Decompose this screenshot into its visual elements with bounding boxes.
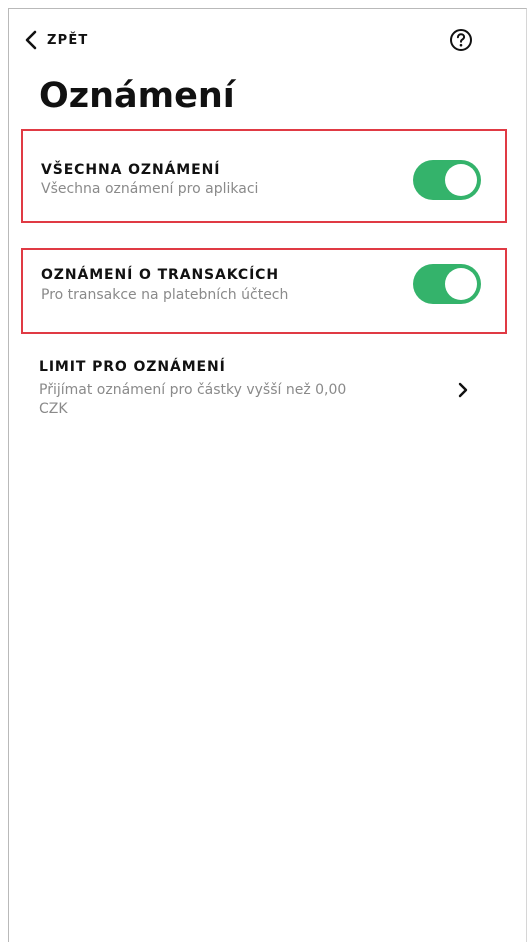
setting-label: OZNÁMENÍ O TRANSAKCÍCH (41, 267, 279, 283)
setting-row-transaction-notifications: OZNÁMENÍ O TRANSAKCÍCH Pro transakce na … (21, 248, 507, 334)
transaction-notifications-toggle[interactable] (413, 264, 481, 304)
setting-label: VŠECHNA OZNÁMENÍ (41, 162, 221, 178)
notification-limit-row[interactable]: LIMIT PRO OZNÁMENÍ Přijímat oznámení pro… (21, 351, 507, 431)
back-button[interactable]: ZPĚT (25, 29, 89, 51)
setting-row-all-notifications: VŠECHNA OZNÁMENÍ Všechna oznámení pro ap… (21, 129, 507, 223)
setting-description: Pro transakce na platebních účtech (41, 287, 289, 303)
toggle-knob (445, 268, 477, 300)
limit-description: Přijímat oznámení pro částky vyšší než 0… (39, 382, 347, 417)
chevron-right-icon (457, 381, 469, 403)
all-notifications-toggle[interactable] (413, 160, 481, 200)
limit-label: LIMIT PRO OZNÁMENÍ (39, 359, 226, 375)
back-label: ZPĚT (47, 32, 89, 48)
chevron-left-icon (25, 30, 37, 50)
page-title: Oznámení (39, 76, 235, 116)
question-circle-icon (449, 29, 473, 56)
help-button[interactable] (449, 28, 473, 52)
screen: ZPĚT Oznámení VŠECHNA OZNÁMENÍ Všechna o… (8, 8, 527, 942)
toggle-knob (445, 164, 477, 196)
setting-description: Všechna oznámení pro aplikaci (41, 181, 259, 197)
